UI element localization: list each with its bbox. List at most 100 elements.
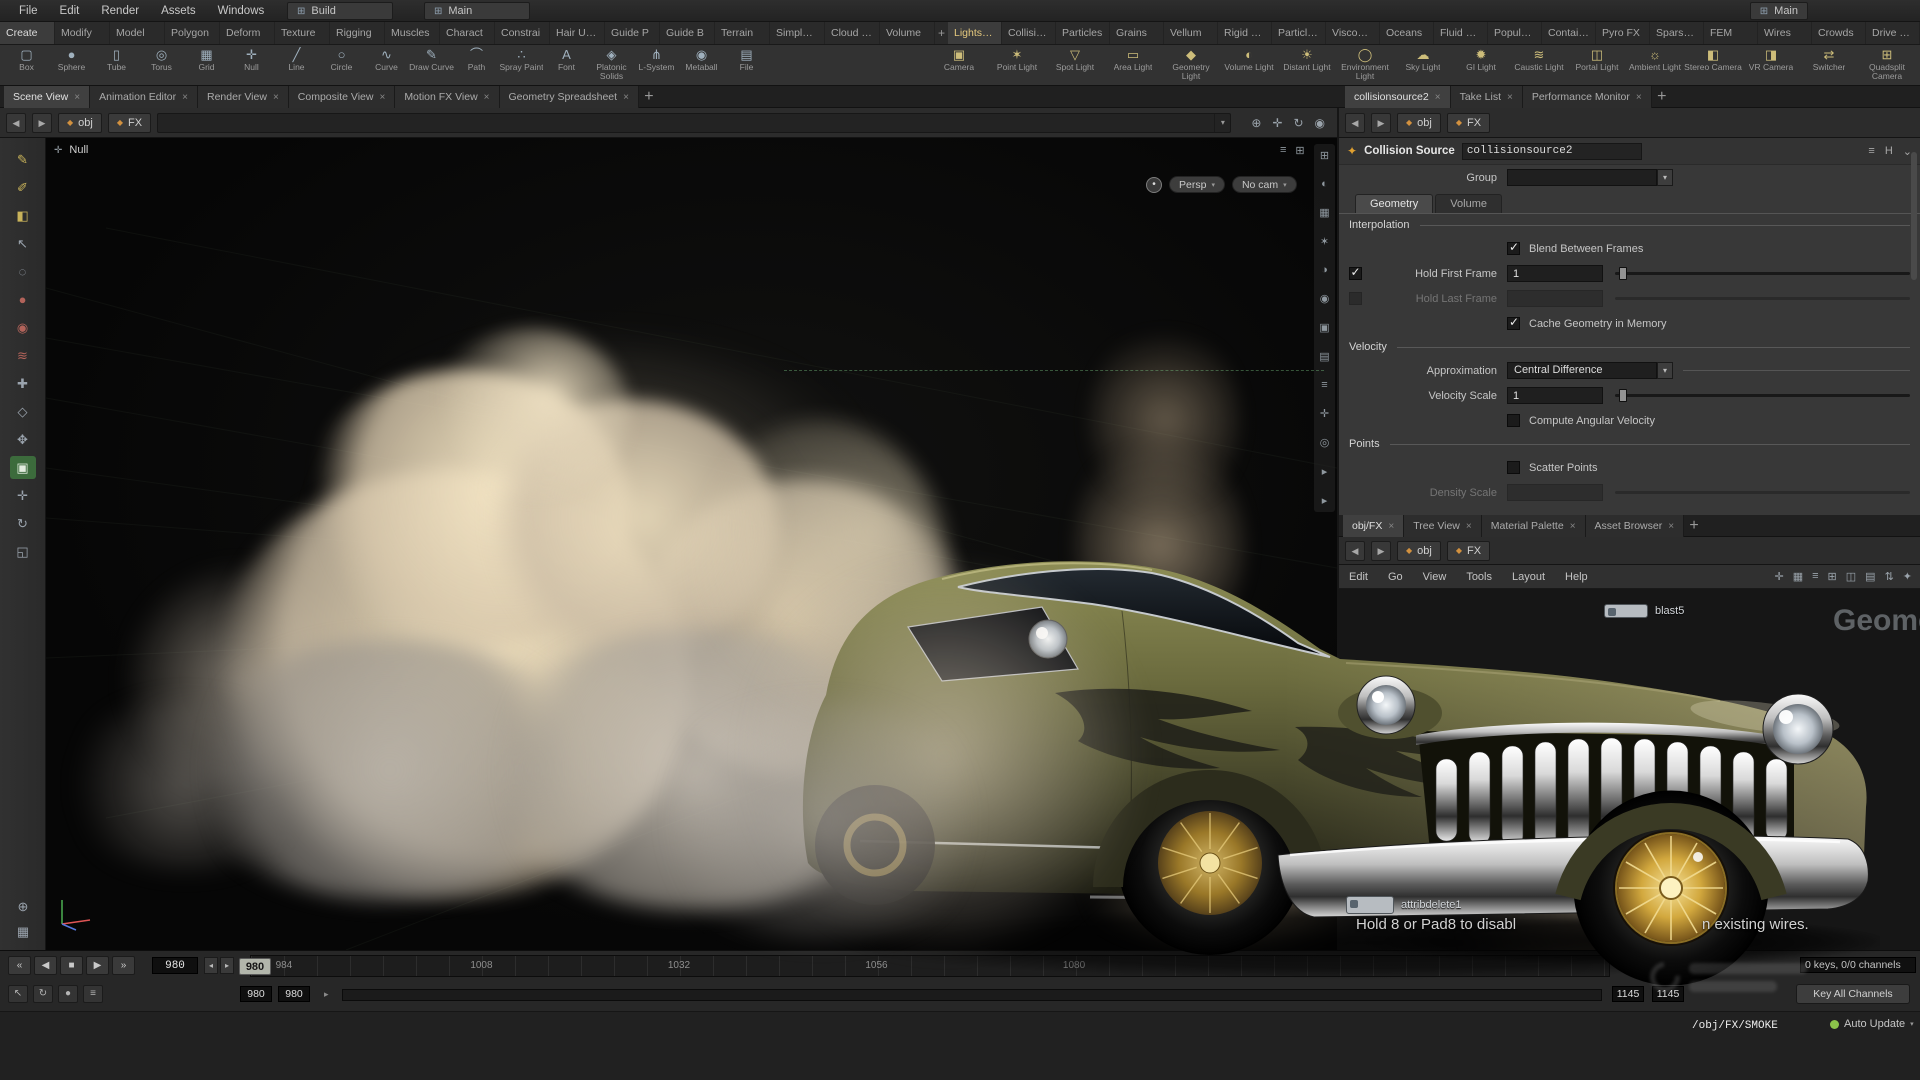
tab-close-icon[interactable]: × <box>182 92 188 103</box>
shelf-tool[interactable]: ○ Circle <box>319 47 364 83</box>
play-reverse-button[interactable]: ◀ <box>34 956 57 975</box>
shelf-tool[interactable]: ⊞ Quadsplit Camera <box>1858 47 1916 83</box>
key-all-channels-button[interactable]: Key All Channels <box>1796 984 1910 1004</box>
shelf-tool[interactable]: ▢ Box <box>4 47 49 83</box>
range-end-input[interactable] <box>1612 986 1644 1002</box>
shelf-tab[interactable]: Particles <box>1056 22 1110 44</box>
network-menu-item[interactable]: Layout <box>1502 571 1555 583</box>
node-name-input[interactable] <box>1462 143 1642 160</box>
shelf-tab[interactable]: Drive Sim <box>1866 22 1920 44</box>
network-menu-item[interactable]: Help <box>1555 571 1598 583</box>
shelf-tool[interactable]: ☼ Ambient Light <box>1626 47 1684 83</box>
params-scrollbar[interactable] <box>1911 152 1917 280</box>
sync-icon[interactable]: ↻ <box>1293 116 1303 130</box>
network-node[interactable]: attribdelete1 <box>1346 896 1462 914</box>
slider-handle[interactable] <box>1619 267 1627 280</box>
display-options-icon[interactable]: ⊕ <box>18 899 29 915</box>
pane-tab[interactable]: Render View × <box>198 86 289 108</box>
select-keys-icon[interactable]: ↖ <box>8 985 28 1003</box>
shelf-tab[interactable]: Particle Fl <box>1272 22 1326 44</box>
pane-tab[interactable]: Motion FX View × <box>395 86 499 108</box>
shelf-tab[interactable]: Simple FX <box>770 22 825 44</box>
sculpt-tool-icon[interactable]: ◉ <box>10 316 36 339</box>
fill-tool-icon[interactable]: ◧ <box>10 204 36 227</box>
pose-tool-icon[interactable]: ◇ <box>10 400 36 423</box>
network-menu-item[interactable]: Go <box>1378 571 1413 583</box>
pane-tab[interactable]: Scene View × <box>4 86 90 108</box>
blend-between-frames-checkbox[interactable] <box>1507 242 1520 255</box>
shelf-tab[interactable]: Terrain <box>715 22 770 44</box>
path-crumb-obj[interactable]: ◆ obj <box>1397 541 1441 561</box>
path-crumb-fx[interactable]: ◆ FX <box>1447 541 1490 561</box>
loop-playback-icon[interactable]: ↻ <box>33 985 53 1003</box>
shelf-tool[interactable]: ● Sphere <box>49 47 94 83</box>
network-menu-item[interactable]: Tools <box>1456 571 1502 583</box>
lasso-select-icon[interactable]: ◌ <box>10 260 36 283</box>
timeline-ruler[interactable]: 980 9841008103210561080 <box>250 955 1610 977</box>
group-menu-button[interactable]: ▾ <box>1657 169 1673 186</box>
shelf-tab[interactable]: Vellum <box>1164 22 1218 44</box>
lock-camera-icon[interactable]: • <box>1146 177 1162 193</box>
brush-tool-icon[interactable]: ✐ <box>10 176 36 199</box>
shelf-tool[interactable]: ≋ Caustic Light <box>1510 47 1568 83</box>
shelf-tool[interactable]: ◯ Environment Light <box>1336 47 1394 83</box>
tiles-icon[interactable]: ⊞ <box>1828 570 1837 583</box>
rotate-tool-icon[interactable]: ↻ <box>10 512 36 535</box>
shelf-tool[interactable]: ◐ Volume Light <box>1220 47 1278 83</box>
play-button[interactable]: ▶ <box>86 956 109 975</box>
tab-close-icon[interactable]: × <box>484 92 490 103</box>
tab-close-icon[interactable]: × <box>623 92 629 103</box>
path-dropdown-icon[interactable]: ▾ <box>1214 114 1230 132</box>
shelf-tool[interactable]: ◨ VR Camera <box>1742 47 1800 83</box>
hold-last-frame-input[interactable] <box>1507 290 1603 307</box>
shelf-tab[interactable]: Texture <box>275 22 330 44</box>
translate-tool-icon[interactable]: ✛ <box>10 484 36 507</box>
comb-tool-icon[interactable]: ≋ <box>10 344 36 367</box>
param-folder-tab[interactable]: Volume <box>1435 194 1502 213</box>
add-pane-tab-button[interactable]: + <box>1652 86 1672 108</box>
menu-item[interactable]: File <box>8 5 49 17</box>
shelf-tab[interactable]: Container <box>1542 22 1596 44</box>
approximation-select[interactable]: Central Difference ▾ <box>1507 362 1673 379</box>
shelf-tool[interactable]: ▤ File <box>724 47 769 83</box>
shelf-tab[interactable]: Rigid Bodies <box>1218 22 1272 44</box>
handles-tool-icon[interactable]: ✥ <box>10 428 36 451</box>
shelf-tool[interactable]: ⋔ L-System <box>634 47 679 83</box>
shelf-tool[interactable]: ▽ Spot Light <box>1046 47 1104 83</box>
partition-tool-icon[interactable]: ✚ <box>10 372 36 395</box>
param-folder-tab[interactable]: Geometry <box>1355 194 1433 213</box>
scatter-points-checkbox[interactable] <box>1507 461 1520 474</box>
render-region-icon[interactable]: ▦ <box>17 924 29 940</box>
playhead[interactable]: 980 <box>239 958 271 975</box>
shelf-tool[interactable]: ◉ Metaball <box>679 47 724 83</box>
menu-item[interactable]: Assets <box>150 5 207 17</box>
grid-icon[interactable]: ▦ <box>1793 570 1803 583</box>
shelf-tool[interactable]: ✹ GI Light <box>1452 47 1510 83</box>
shelf-tool[interactable]: ⇄ Switcher <box>1800 47 1858 83</box>
shelf-tab[interactable]: Pyro FX <box>1596 22 1650 44</box>
playbar-options-icon[interactable]: ≡ <box>83 985 103 1003</box>
desktop-selector[interactable]: ⊞ Build <box>287 2 393 20</box>
node-body[interactable] <box>1346 896 1394 914</box>
pane-tab[interactable]: obj/FX × <box>1343 515 1404 537</box>
pen-tool-icon[interactable]: ✎ <box>10 148 36 171</box>
shelf-tool[interactable]: ▭ Area Light <box>1104 47 1162 83</box>
approximation-caret-icon[interactable]: ▾ <box>1657 362 1673 379</box>
tab-close-icon[interactable]: × <box>74 92 80 103</box>
auto-update-selector[interactable]: Auto Update ▾ <box>1830 1018 1914 1030</box>
stow-right-icon[interactable]: ▸ <box>1322 494 1328 507</box>
shelf-tab[interactable]: Cloud FX <box>825 22 880 44</box>
shelf-tab[interactable]: Wires <box>1758 22 1812 44</box>
menu-item[interactable]: Windows <box>207 5 276 17</box>
add-pane-tab-button[interactable]: + <box>1684 515 1704 536</box>
back-button[interactable]: ◀ <box>6 113 26 133</box>
select-tool-icon[interactable]: ↖ <box>10 232 36 255</box>
range-start-input[interactable] <box>240 986 272 1002</box>
hold-first-frame-slider[interactable] <box>1615 272 1910 275</box>
shelf-tool[interactable]: ✶ Point Light <box>988 47 1046 83</box>
path-input[interactable]: ▾ <box>157 113 1231 133</box>
wireframe-icon[interactable]: ▦ <box>1319 206 1329 219</box>
tab-close-icon[interactable]: × <box>1388 521 1394 532</box>
network-menu-item[interactable]: Edit <box>1339 571 1378 583</box>
group-input[interactable] <box>1507 169 1657 186</box>
